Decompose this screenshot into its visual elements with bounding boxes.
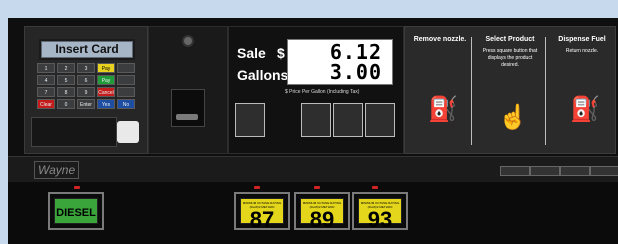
gallons-label: Gallons: [237, 67, 289, 83]
indicator-slot: [560, 166, 590, 176]
key-blank-1[interactable]: [117, 63, 135, 73]
receipt-output-lip: [176, 114, 198, 120]
brand-logo: Wayne: [34, 161, 80, 179]
camera-and-receipt-panel: [148, 26, 228, 154]
diesel-button[interactable]: DIESEL: [48, 192, 104, 230]
dispense-fuel-title: Dispense Fuel: [558, 36, 606, 43]
key-pay-credit[interactable]: Pay Credit: [97, 75, 115, 85]
select-product-title: Select Product: [485, 36, 535, 43]
key-8[interactable]: 8: [57, 87, 75, 97]
dispense-fuel-step: Dispense Fuel Return nozzle. ⛽: [551, 35, 613, 123]
key-cancel[interactable]: Cancel: [97, 87, 115, 97]
divider: [545, 37, 546, 145]
grade-89-face: MINIMUM OCTANE RATING (R+M)/2 METHOD 89: [300, 198, 344, 231]
select-product-step: Select Product Press square button that …: [479, 35, 541, 131]
key-clear[interactable]: Clear: [37, 99, 55, 109]
select-product-text: Press square button that displays the pr…: [482, 48, 538, 68]
price-window-3: [333, 103, 363, 137]
grade-93-face: MINIMUM OCTANE RATING (R+M)/2 METHOD 93: [358, 198, 402, 231]
diesel-face: DIESEL: [54, 198, 98, 224]
currency-symbol: $: [277, 45, 285, 61]
indicator-slot: [500, 166, 530, 176]
hand-icon: ☝: [498, 104, 528, 131]
grade-89-label: 89: [309, 207, 335, 232]
payment-terminal: Insert Card 1 2 3 Pay Cash 4 5 6 Pay Cre…: [24, 26, 148, 154]
grade-93-label: 93: [367, 207, 393, 232]
brand-bar: Wayne: [8, 156, 618, 184]
key-blank-2[interactable]: [117, 75, 135, 85]
indicator-slot: [590, 166, 618, 176]
camera-icon: [184, 37, 192, 45]
price-caption: $ Price Per Gallon (Including Tax): [285, 89, 360, 95]
sale-lcd: 6.12 3.00: [287, 39, 393, 85]
key-6[interactable]: 6: [77, 75, 95, 85]
remove-nozzle-title: Remove nozzle.: [413, 36, 467, 43]
key-7[interactable]: 7: [37, 87, 55, 97]
key-yes[interactable]: Yes: [97, 99, 115, 109]
card-reader-icon: [117, 121, 139, 143]
sale-label: Sale: [237, 45, 266, 61]
sale-display-panel: Sale $ Gallons 6.12 3.00 $ Price Per Gal…: [228, 26, 404, 154]
keypad: 1 2 3 Pay Cash 4 5 6 Pay Credit 7 8 9 Ca…: [37, 63, 137, 109]
key-2[interactable]: 2: [57, 63, 75, 73]
receipt-slot: [31, 117, 117, 147]
key-9[interactable]: 9: [77, 87, 95, 97]
insert-card-display: Insert Card: [39, 39, 135, 60]
grade-89-button[interactable]: MINIMUM OCTANE RATING (R+M)/2 METHOD 89: [294, 192, 350, 231]
key-0[interactable]: 0: [57, 99, 75, 109]
diesel-led: [74, 186, 80, 189]
grade-selection: DIESEL MINIMUM OCTANE RATING (R+M)/2 MET…: [8, 182, 618, 244]
remove-nozzle-step: Remove nozzle. ⛽: [409, 35, 471, 123]
nozzle-icon: ⛽: [428, 96, 458, 123]
grade-93-button[interactable]: MINIMUM OCTANE RATING (R+M)/2 METHOD 93: [352, 192, 408, 231]
key-1[interactable]: 1: [37, 63, 55, 73]
grade-87-face: MINIMUM OCTANE RATING (R+M)/2 METHOD 87: [240, 198, 284, 231]
grade-87-led: [254, 186, 260, 189]
key-4[interactable]: 4: [37, 75, 55, 85]
grade-87-button[interactable]: MINIMUM OCTANE RATING (R+M)/2 METHOD 87: [234, 192, 290, 231]
key-no[interactable]: No: [117, 99, 135, 109]
dispense-fuel-text: Return nozzle.: [565, 48, 599, 54]
key-3[interactable]: 3: [77, 63, 95, 73]
grade-89-led: [314, 186, 320, 189]
receipt-output-slot: [171, 89, 205, 127]
key-enter[interactable]: Enter: [77, 99, 95, 109]
fuel-pump-ui: Insert Card 1 2 3 Pay Cash 4 5 6 Pay Cre…: [0, 0, 618, 244]
key-5[interactable]: 5: [57, 75, 75, 85]
gallons-amount: 3.00: [329, 60, 382, 84]
grade-93-led: [372, 186, 378, 189]
key-pay-cash[interactable]: Pay Cash: [97, 63, 115, 73]
key-blank-3[interactable]: [117, 87, 135, 97]
grade-87-label: 87: [249, 207, 275, 232]
indicator-slot: [530, 166, 560, 176]
nozzle-return-icon: ⛽: [570, 96, 600, 123]
sale-amount: 6.12: [329, 40, 382, 64]
diesel-label: DIESEL: [56, 207, 96, 219]
price-window-1: [235, 103, 265, 137]
instructions-panel: Remove nozzle. ⛽ Select Product Press sq…: [404, 26, 616, 154]
price-window-2: [301, 103, 331, 137]
divider: [471, 37, 472, 145]
price-window-4: [365, 103, 395, 137]
